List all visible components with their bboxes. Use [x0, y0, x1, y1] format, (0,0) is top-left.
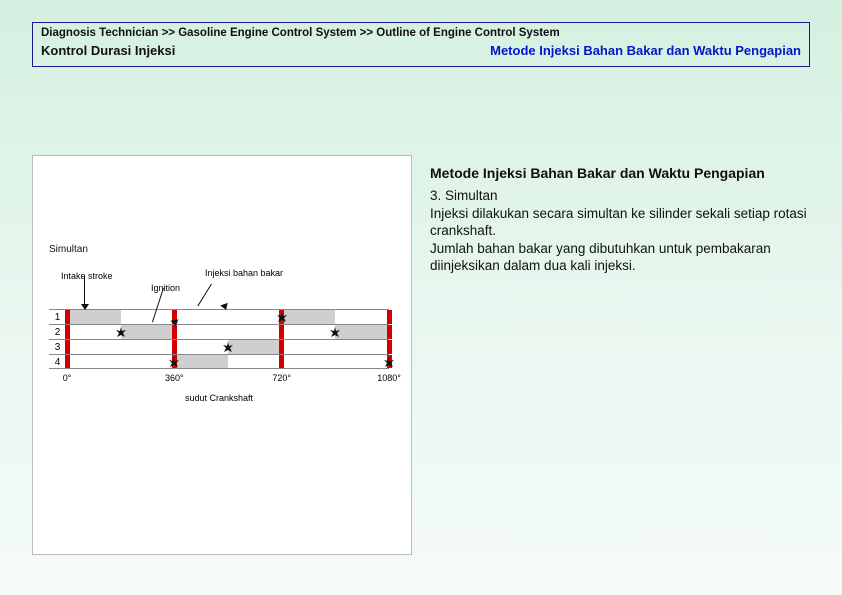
breadcrumb: Diagnosis Technician >> Gasoline Engine … [41, 27, 801, 39]
text-column: Metode Injeksi Bahan Bakar dan Waktu Pen… [430, 155, 810, 575]
cylinder-row: 4 [49, 354, 389, 369]
header-panel: Diagnosis Technician >> Gasoline Engine … [32, 22, 810, 67]
cylinder-track [67, 355, 389, 368]
axis-tick: 0° [63, 373, 72, 383]
injection-event [172, 325, 177, 339]
legend-injection: Injeksi bahan bakar [205, 269, 283, 279]
body-paragraph: 3. Simultan Injeksi dilakukan secara sim… [430, 187, 810, 275]
injection-event [279, 355, 284, 368]
injection-event [279, 340, 284, 354]
axis-tick: 360° [165, 373, 184, 383]
arrow-icon [81, 304, 89, 310]
page-subtitle-right: Metode Injeksi Bahan Bakar dan Waktu Pen… [490, 43, 801, 58]
body-heading: Metode Injeksi Bahan Bakar dan Waktu Pen… [430, 165, 810, 181]
item-number: 3. [430, 188, 441, 203]
ignition-icon [116, 327, 122, 338]
diagram-column: Simultan Intake stroke Ignition Injeksi … [32, 155, 412, 575]
legend-ignition: Ignition [151, 283, 180, 293]
arrow-line [84, 276, 85, 306]
body-text: Injeksi dilakukan secara simultan ke sil… [430, 206, 807, 274]
intake-stroke-segment [67, 310, 121, 324]
injection-event [387, 325, 392, 339]
axis-row: 0°360°720°1080° [49, 373, 389, 387]
intake-stroke-segment [282, 310, 336, 324]
injection-event [65, 355, 70, 368]
ignition-icon [330, 327, 336, 338]
injection-event [279, 325, 284, 339]
ignition-icon [277, 312, 283, 323]
injection-event [65, 310, 70, 324]
cylinder-track [67, 310, 389, 324]
cylinder-row: 3 [49, 339, 389, 354]
intake-stroke-segment [121, 325, 175, 339]
axis-tick: 720° [272, 373, 291, 383]
subheader-row: Kontrol Durasi Injeksi Metode Injeksi Ba… [41, 43, 801, 58]
cylinder-track [67, 325, 389, 339]
cylinder-track [67, 340, 389, 354]
axis-caption: sudut Crankshaft [49, 393, 389, 403]
injection-event [387, 310, 392, 324]
item-title: Simultan [445, 188, 498, 203]
legend-row: Intake stroke Ignition Injeksi bahan bak… [43, 265, 401, 305]
ignition-icon [169, 357, 175, 368]
content-area: Simultan Intake stroke Ignition Injeksi … [32, 155, 810, 575]
diagram-box: Simultan Intake stroke Ignition Injeksi … [32, 155, 412, 555]
intake-stroke-segment [174, 355, 228, 368]
timing-chart: 1234 [49, 309, 389, 369]
injection-event [172, 340, 177, 354]
cylinder-row: 1 [49, 309, 389, 324]
legend-intake-stroke: Intake stroke [61, 271, 113, 281]
intake-stroke-segment [335, 325, 389, 339]
page-subtitle-left: Kontrol Durasi Injeksi [41, 43, 175, 58]
axis-tick: 1080° [377, 373, 401, 383]
injection-event [65, 325, 70, 339]
ignition-icon [223, 342, 229, 353]
ignition-icon [384, 357, 390, 368]
injection-event [65, 340, 70, 354]
diagram-title: Simultan [49, 244, 401, 255]
cylinder-row: 2 [49, 324, 389, 339]
injection-event [387, 340, 392, 354]
intake-stroke-segment [228, 340, 282, 354]
